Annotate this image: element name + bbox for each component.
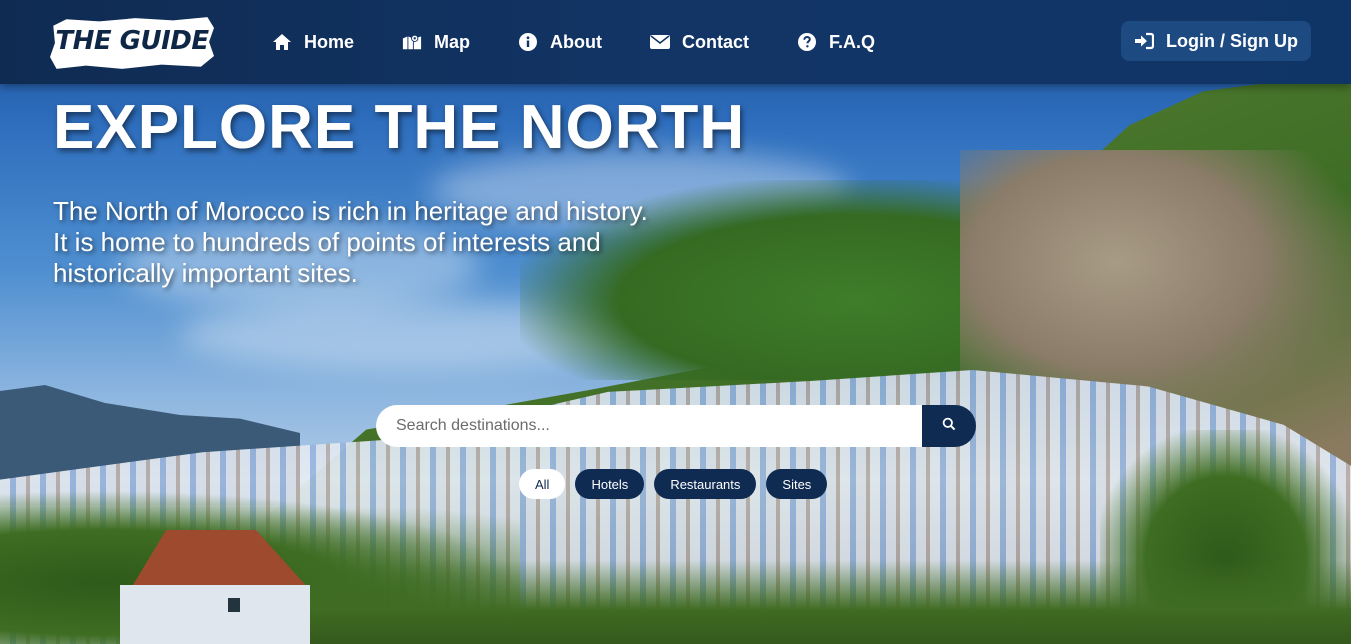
search-input[interactable] bbox=[376, 405, 922, 447]
nav-links: Home Map About Contact F.A.Q bbox=[272, 28, 923, 56]
search-icon bbox=[942, 417, 956, 436]
login-signup-label: Login / Sign Up bbox=[1166, 30, 1298, 51]
map-icon bbox=[402, 32, 422, 52]
sign-in-icon bbox=[1134, 32, 1154, 50]
nav-item-home[interactable]: Home bbox=[272, 32, 354, 53]
nav-item-label: F.A.Q bbox=[829, 31, 876, 52]
nav-item-label: Home bbox=[304, 31, 355, 52]
logo-text: THE GUIDE bbox=[55, 26, 209, 56]
nav-item-label: Map bbox=[434, 31, 471, 52]
nav-item-map[interactable]: Map bbox=[402, 32, 470, 53]
navbar: THE GUIDE Home Map About Contact F.A.Q L… bbox=[0, 0, 1351, 84]
logo[interactable]: THE GUIDE bbox=[50, 16, 214, 70]
nav-item-label: Contact bbox=[682, 31, 749, 52]
question-icon bbox=[797, 32, 817, 52]
hero-description-line: It is home to hundreds of points of inte… bbox=[53, 227, 601, 288]
filter-chip-restaurants[interactable]: Restaurants bbox=[654, 469, 757, 499]
info-icon bbox=[518, 32, 538, 52]
home-icon bbox=[272, 32, 292, 52]
envelope-icon bbox=[650, 32, 670, 52]
filter-chip-sites[interactable]: Sites bbox=[766, 469, 828, 499]
nav-item-label: About bbox=[550, 31, 602, 52]
hero-description: The North of Morocco is rich in heritage… bbox=[53, 196, 673, 289]
nav-item-about[interactable]: About bbox=[518, 32, 602, 53]
nav-item-contact[interactable]: Contact bbox=[650, 32, 749, 53]
search-button[interactable] bbox=[922, 405, 976, 447]
nav-item-faq[interactable]: F.A.Q bbox=[797, 32, 875, 53]
login-signup-button[interactable]: Login / Sign Up bbox=[1121, 21, 1311, 61]
filter-chips: All Hotels Restaurants Sites bbox=[519, 469, 837, 499]
filter-chip-hotels[interactable]: Hotels bbox=[575, 469, 645, 499]
hero-description-line: The North of Morocco is rich in heritage… bbox=[53, 196, 648, 226]
hero-title: EXPLORE THE NORTH bbox=[53, 93, 746, 162]
filter-chip-all[interactable]: All bbox=[519, 469, 566, 499]
search-bar bbox=[376, 405, 976, 447]
